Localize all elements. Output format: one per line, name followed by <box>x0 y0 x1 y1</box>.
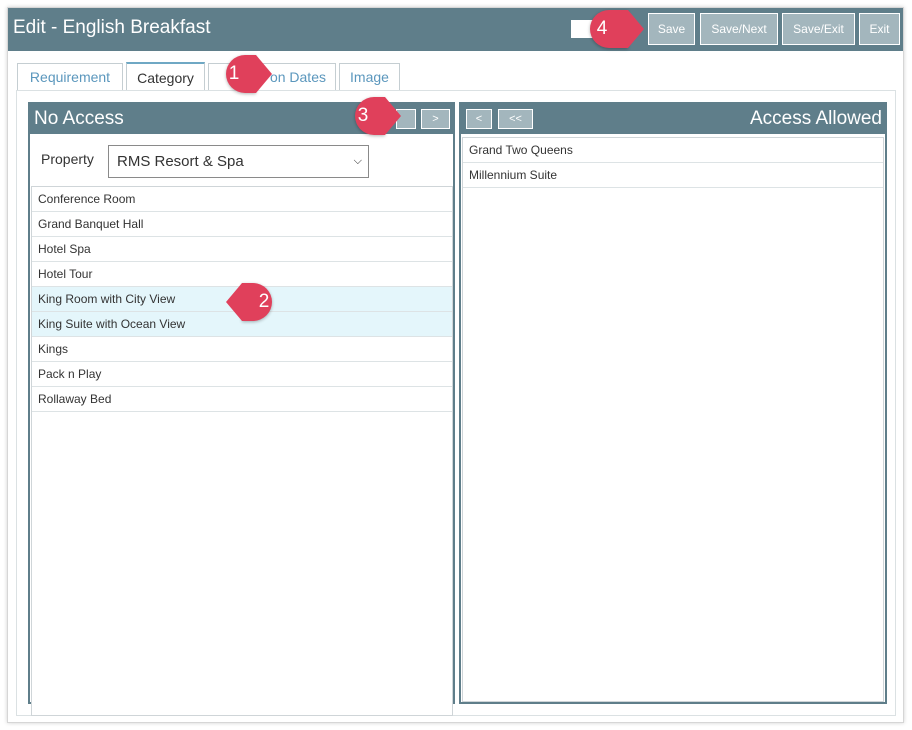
list-item[interactable]: Grand Two Queens <box>463 138 883 163</box>
no-access-list: Conference Room Grand Banquet Hall Hotel… <box>31 186 453 716</box>
list-item[interactable]: Conference Room <box>32 187 452 212</box>
move-right-button[interactable]: > <box>421 109 450 129</box>
list-item[interactable]: Millennium Suite <box>463 163 883 188</box>
tab-category[interactable]: Category <box>126 62 205 91</box>
content-area: Requirement Category on Dates Image No A… <box>16 59 896 716</box>
list-item[interactable]: Grand Banquet Hall <box>32 212 452 237</box>
save-exit-button[interactable]: Save/Exit <box>782 13 855 45</box>
list-item[interactable]: Hotel Spa <box>32 237 452 262</box>
save-button[interactable]: Save <box>648 13 695 45</box>
callout-4: 4 <box>590 10 644 48</box>
move-left-button[interactable]: < <box>466 109 492 129</box>
access-allowed-title: Access Allowed <box>749 108 882 129</box>
property-select-value: RMS Resort & Spa <box>117 153 244 170</box>
no-access-title: No Access <box>34 108 124 129</box>
category-tab-panel: No Access > Property RMS Resort & Spa ⌵ … <box>16 90 896 716</box>
tab-requirement[interactable]: Requirement <box>17 63 123 90</box>
exit-button[interactable]: Exit <box>859 13 900 45</box>
access-allowed-header: < << Access Allowed <box>461 104 885 134</box>
access-allowed-panel: < << Access Allowed Grand Two Queens Mil… <box>459 102 887 704</box>
move-all-left-button[interactable]: << <box>498 109 533 129</box>
access-allowed-list: Grand Two Queens Millennium Suite <box>462 137 884 702</box>
save-next-button[interactable]: Save/Next <box>700 13 778 45</box>
property-select[interactable]: RMS Resort & Spa ⌵ <box>108 145 369 178</box>
edit-window: Edit - English Breakfast Save Save/Next … <box>7 7 904 723</box>
list-item[interactable]: Rollaway Bed <box>32 387 452 412</box>
chevron-down-icon: ⌵ <box>353 155 362 167</box>
list-item[interactable]: Pack n Play <box>32 362 452 387</box>
window-title: Edit - English Breakfast <box>13 17 211 38</box>
callout-1: 1 <box>226 55 272 93</box>
list-item[interactable]: Kings <box>32 337 452 362</box>
title-bar: Edit - English Breakfast Save Save/Next … <box>8 8 903 51</box>
callout-3: 3 <box>355 97 401 135</box>
property-label: Property <box>41 151 94 167</box>
tab-image[interactable]: Image <box>339 63 400 90</box>
no-access-panel: No Access > Property RMS Resort & Spa ⌵ … <box>28 102 455 716</box>
